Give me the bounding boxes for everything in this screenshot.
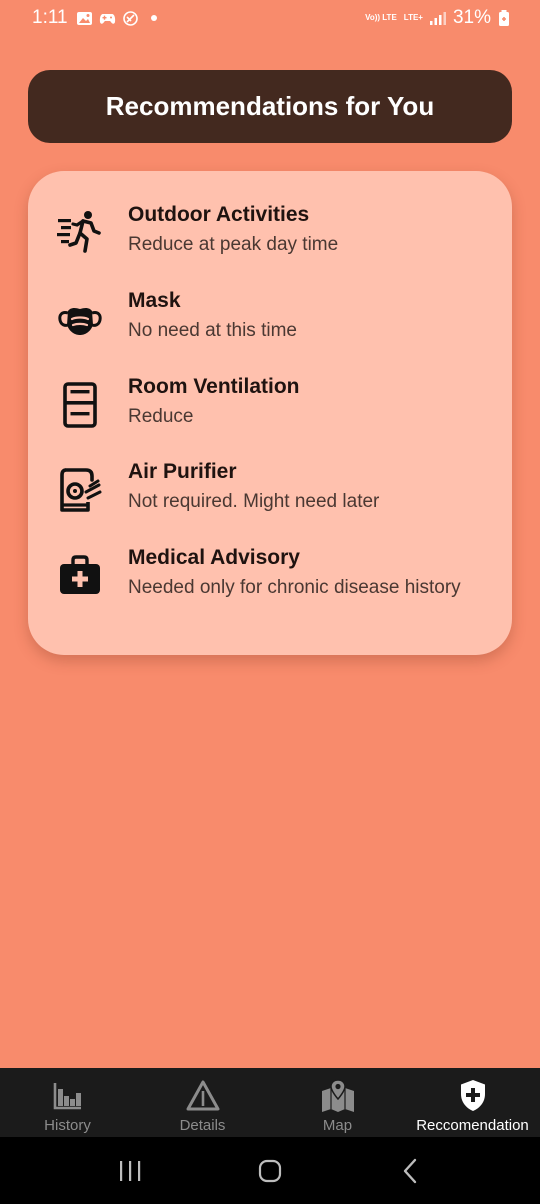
notification-icons <box>76 10 139 26</box>
recommendation-room-ventilation: Room Ventilation Reduce <box>28 375 512 445</box>
running-person-icon <box>57 211 101 253</box>
game-controller-icon <box>99 13 115 24</box>
tab-label: Map <box>322 1117 353 1134</box>
recent-apps-button[interactable] <box>110 1151 150 1191</box>
recommendation-subtitle: Not required. Might need later <box>128 491 380 512</box>
recommendation-title: Outdoor Activities <box>128 203 310 226</box>
recommendation-title: Mask <box>128 289 181 312</box>
status-bar: 1:11 Vo)) LTE LTE+ 31% <box>0 0 540 36</box>
battery-saver-icon <box>499 10 509 26</box>
tab-label: Details <box>179 1117 226 1134</box>
lte-indicator: LTE+ <box>403 13 423 22</box>
recent-apps-icon <box>120 1160 141 1181</box>
recommendation-title: Room Ventilation <box>128 375 300 398</box>
recommendation-subtitle: No need at this time <box>128 320 297 341</box>
back-button[interactable] <box>390 1151 430 1191</box>
warning-triangle-icon <box>186 1080 219 1111</box>
tab-label: History <box>44 1117 91 1134</box>
mask-icon <box>58 307 102 335</box>
page-title: Recommendations for You <box>105 91 435 121</box>
recommendation-title: Medical Advisory <box>128 546 300 569</box>
battery-percent: 31% <box>452 7 491 28</box>
shield-plus-icon <box>460 1080 485 1111</box>
page-title-banner: Recommendations for You <box>28 70 512 143</box>
recommendation-subtitle: Needed only for chronic disease history <box>128 577 461 598</box>
status-right: Vo)) LTE LTE+ 31% <box>365 7 510 29</box>
app-notification-icon <box>122 10 138 26</box>
recommendation-subtitle: Reduce <box>128 406 194 427</box>
back-icon <box>403 1158 417 1183</box>
tab-reccomendation[interactable]: Reccomendation <box>405 1068 540 1137</box>
volte-indicator: Vo)) LTE <box>365 13 397 22</box>
recommendation-medical-advisory: Medical Advisory Needed only for chronic… <box>28 546 512 616</box>
home-button[interactable] <box>250 1151 290 1191</box>
recommendations-card: Outdoor Activities Reduce at peak day ti… <box>28 171 512 655</box>
status-left: 1:11 <box>32 7 157 29</box>
recommendation-title: Air Purifier <box>128 460 237 483</box>
gallery-icon <box>76 11 92 25</box>
medical-kit-icon <box>60 555 100 594</box>
air-purifier-icon <box>60 468 102 512</box>
home-icon <box>258 1159 282 1182</box>
recommendation-outdoor-activities: Outdoor Activities Reduce at peak day ti… <box>28 203 512 273</box>
recommendation-mask: Mask No need at this time <box>28 289 512 359</box>
tab-details[interactable]: Details <box>135 1068 270 1137</box>
tab-history[interactable]: History <box>0 1068 135 1137</box>
map-icon <box>321 1079 354 1112</box>
signal-icon <box>429 12 446 25</box>
status-time: 1:11 <box>32 7 68 28</box>
bar-chart-icon <box>53 1083 81 1110</box>
system-navigation-bar <box>0 1137 540 1204</box>
window-icon <box>63 382 97 428</box>
tab-label: Reccomendation <box>416 1117 529 1134</box>
recommendation-subtitle: Reduce at peak day time <box>128 234 339 255</box>
recommendation-air-purifier: Air Purifier Not required. Might need la… <box>28 460 512 530</box>
bottom-navigation: History Details Map Reccomendation <box>0 1068 540 1137</box>
tab-map[interactable]: Map <box>270 1068 405 1137</box>
more-notifications-dot <box>150 15 157 21</box>
